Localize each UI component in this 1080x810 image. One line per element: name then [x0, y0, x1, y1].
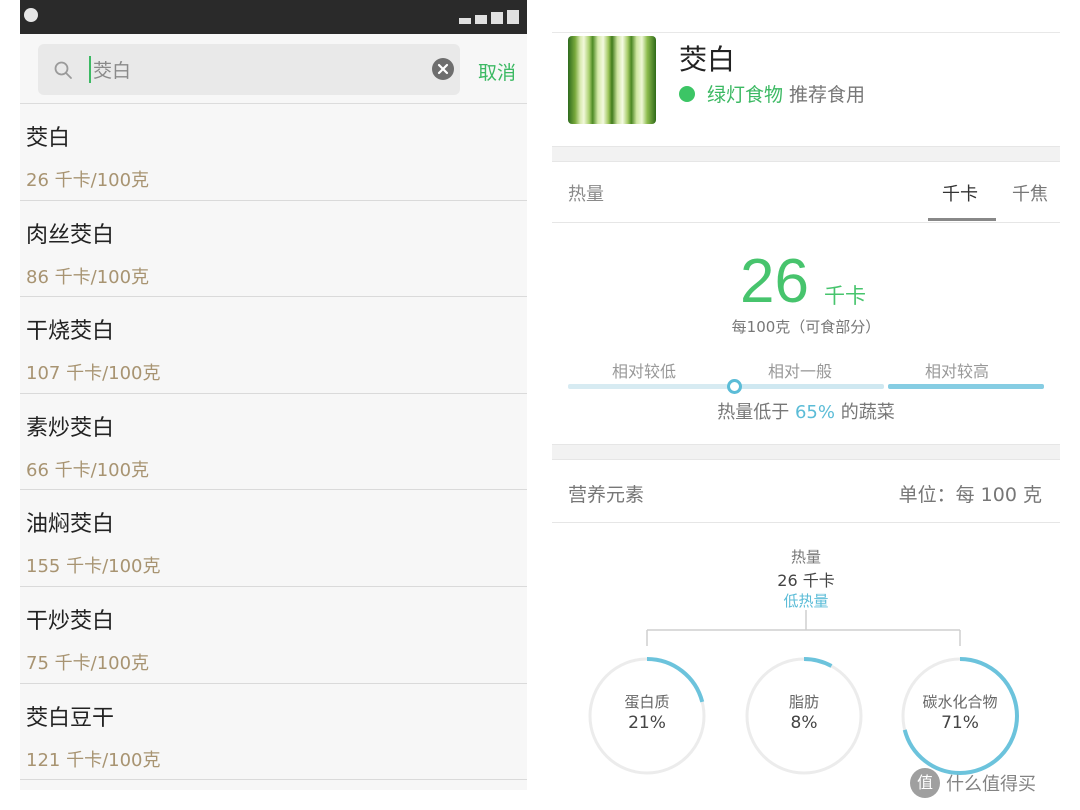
serving-note: 每100克（可食部分） [731, 318, 881, 336]
nutrition-unit-label: 单位：每 100 克 [898, 484, 1042, 506]
search-box[interactable] [38, 44, 460, 95]
clear-search-icon[interactable] [432, 58, 454, 80]
page-title: 茭白 [679, 43, 736, 76]
macro-percent: 21% [628, 713, 666, 733]
food-name: 茭白豆干 [26, 705, 115, 731]
search-bar: 取消 [20, 34, 527, 104]
calorie-unit: 千卡 [824, 284, 866, 308]
calorie-comparison: 热量低于 65% 的蔬菜 [552, 398, 1060, 424]
tab-kcal[interactable]: 千卡 [942, 180, 978, 206]
food-name: 肉丝茭白 [26, 222, 115, 248]
screen: 取消 茭白 26 千卡/100克 肉丝茭白 86 千卡/100克 干烧茭白 10… [0, 0, 1080, 810]
food-name: 素炒茭白 [26, 415, 115, 441]
food-detail-panel: 茭白 绿灯食物 推荐食用 热量 千卡 千焦 26 千卡 每100克（可食部分） … [552, 0, 1060, 790]
food-calories: 75 千卡/100克 [26, 652, 150, 674]
macro-percent: 8% [790, 713, 818, 733]
food-name: 茭白 [26, 126, 71, 151]
list-item[interactable]: 干炒茭白 75 千卡/100克 [20, 586, 527, 684]
macro-carbs: 碳水化合物 71% [899, 655, 1021, 777]
level-bar-mid [736, 384, 884, 389]
macro-name: 脂肪 [788, 693, 819, 711]
results-list: 茭白 26 千卡/100克 肉丝茭白 86 千卡/100克 干烧茭白 107 千… [20, 104, 527, 781]
section-separator [552, 146, 1060, 162]
compare-prefix: 热量低于 [717, 402, 790, 423]
list-item[interactable]: 肉丝茭白 86 千卡/100克 [20, 200, 527, 298]
watermark-text: 什么值得买 [946, 774, 1036, 795]
level-bar-low [568, 384, 728, 389]
divider [552, 32, 1060, 33]
food-rating: 绿灯食物 推荐食用 [679, 80, 865, 107]
divider [552, 222, 1060, 223]
energy-level: 低热量 [783, 592, 829, 610]
food-calories: 86 千卡/100克 [26, 266, 150, 288]
food-photo [568, 36, 656, 124]
list-item[interactable]: 茭白豆干 121 千卡/100克 [20, 683, 527, 781]
list-item[interactable]: 素炒茭白 66 千卡/100克 [20, 393, 527, 491]
cancel-button[interactable]: 取消 [478, 58, 516, 85]
food-calories: 66 千卡/100克 [26, 459, 150, 481]
calorie-section-label: 热量 [568, 184, 604, 205]
food-calories: 155 千卡/100克 [26, 556, 161, 578]
section-separator [552, 444, 1060, 460]
food-name: 油焖茭白 [26, 512, 115, 538]
compare-suffix: 的蔬菜 [840, 402, 895, 423]
macro-protein: 蛋白质 21% [586, 655, 708, 777]
energy-title: 热量 [790, 548, 821, 566]
calorie-value: 26 [740, 247, 809, 316]
search-icon [54, 61, 72, 79]
text-cursor [89, 56, 91, 83]
macro-name: 碳水化合物 [922, 693, 998, 711]
food-calories: 121 千卡/100克 [26, 749, 161, 771]
compare-percent: 65% [794, 402, 835, 423]
level-mid-label: 相对一般 [768, 362, 833, 381]
signal-icon [459, 10, 519, 24]
status-bar [20, 0, 527, 34]
watermark-logo-icon: 值 [910, 768, 940, 798]
level-high-label: 相对较高 [925, 362, 990, 381]
search-results-panel: 取消 茭白 26 千卡/100克 肉丝茭白 86 千卡/100克 干烧茭白 10… [20, 0, 527, 790]
divider [552, 522, 1060, 523]
green-light-icon [679, 85, 695, 102]
list-item[interactable]: 干烧茭白 107 千卡/100克 [20, 297, 527, 394]
food-name: 干烧茭白 [26, 319, 115, 345]
nutrition-section-label: 营养元素 [568, 484, 645, 506]
list-item[interactable]: 油焖茭白 155 千卡/100克 [20, 490, 527, 587]
list-item[interactable]: 茭白 26 千卡/100克 [20, 104, 527, 201]
macro-fat: 脂肪 8% [743, 655, 865, 777]
light-label: 绿灯食物 [707, 84, 784, 106]
food-calories: 107 千卡/100克 [26, 363, 161, 385]
food-name: 干炒茭白 [26, 608, 115, 634]
tab-kj[interactable]: 千焦 [1012, 180, 1048, 206]
level-bar-high [888, 384, 1044, 389]
active-tab-indicator [928, 218, 996, 221]
watermark: 值 什么值得买 [910, 768, 1036, 798]
search-input[interactable] [93, 44, 413, 95]
macro-name: 蛋白质 [624, 693, 670, 711]
recommend-label: 推荐食用 [789, 84, 866, 106]
macro-percent: 71% [941, 713, 979, 733]
level-low-label: 相对较低 [612, 362, 677, 381]
tree-connector [646, 610, 961, 646]
energy-value: 26 千卡 [777, 571, 835, 590]
level-marker [727, 379, 742, 394]
food-calories: 26 千卡/100克 [26, 170, 150, 191]
status-indicator-icon [24, 8, 38, 22]
